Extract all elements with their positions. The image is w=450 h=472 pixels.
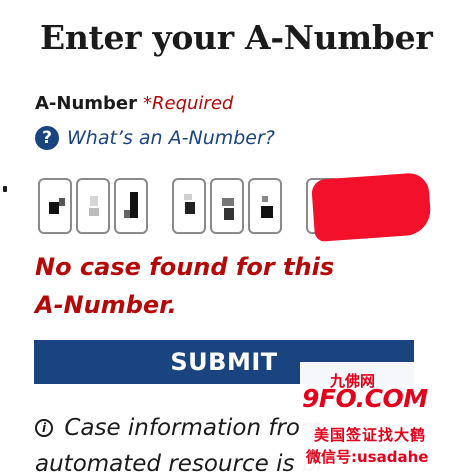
required-indicator: *Required	[143, 93, 234, 114]
a-number-input-group	[0, 171, 450, 243]
digit-input-2[interactable]	[76, 178, 110, 234]
help-link-text: What’s an A-Number?	[67, 127, 275, 149]
watermark-logo: 9FO.COM	[302, 384, 428, 413]
info-line-2: automated resource is pr	[35, 451, 326, 472]
digit-input-6[interactable]	[248, 178, 282, 234]
digit-input-3[interactable]	[114, 178, 148, 234]
digit-input-5[interactable]	[210, 178, 244, 234]
digit-input-4[interactable]	[172, 178, 206, 234]
whats-an-a-number-link[interactable]: ? What’s an A-Number?	[35, 126, 275, 150]
field-label-text: A-Number	[35, 93, 138, 114]
question-circle-icon: ?	[35, 126, 59, 150]
redaction-mark	[310, 171, 433, 243]
info-notice: i Case information from automated resour…	[35, 410, 335, 472]
watermark-overlay: 九佛网 9FO.COM 美国签证找大鹤 微信号:usadahe	[300, 362, 450, 472]
info-text-1: Case information from	[64, 415, 323, 441]
page-title: Enter your A-Number	[40, 18, 433, 57]
error-message: No case found for this A-Number.	[35, 253, 335, 319]
a-number-label: A-Number *Required	[35, 93, 233, 114]
watermark-line-1: 美国签证找大鹤	[314, 426, 427, 444]
watermark-line-2: 微信号:usadahe	[306, 448, 429, 466]
info-circle-icon: i	[35, 419, 53, 437]
digit-input-1[interactable]	[38, 178, 72, 234]
info-line-1: i Case information from	[35, 410, 335, 446]
